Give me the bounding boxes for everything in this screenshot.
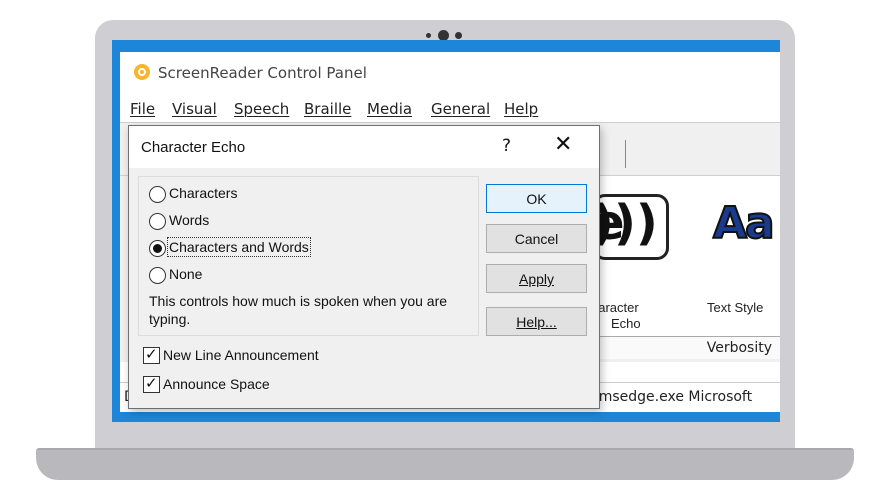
status-process: \msedge.exe Microsoft xyxy=(594,389,753,405)
menu-help[interactable]: Help xyxy=(504,100,538,118)
help-label: Help... xyxy=(516,314,557,330)
camera-dot xyxy=(426,33,431,38)
ok-button[interactable]: OK xyxy=(486,184,587,213)
radio-label: Characters and Words xyxy=(167,237,311,257)
cancel-button[interactable]: Cancel xyxy=(486,224,587,253)
laptop-base xyxy=(36,450,854,480)
apply-label: Apply xyxy=(518,271,555,287)
echo-options-group: Characters Words Characters and Words No… xyxy=(138,176,479,336)
radio-button-selected[interactable] xyxy=(149,240,166,257)
checkbox-label: Announce Space xyxy=(163,376,270,392)
radio-button[interactable] xyxy=(149,213,166,230)
app-titlebar: ScreenReader Control Panel xyxy=(120,52,780,86)
menu-braille[interactable]: Braille xyxy=(304,100,351,118)
checkbox[interactable] xyxy=(143,345,160,364)
checkbox-label: New Line Announcement xyxy=(163,347,319,363)
dialog-title: Character Echo xyxy=(141,139,246,156)
radio-button[interactable] xyxy=(149,186,166,203)
option-description: This controls how much is spoken when yo… xyxy=(149,293,448,327)
help-button[interactable]: Help... xyxy=(486,307,587,336)
character-echo-icon[interactable]: e ))) xyxy=(593,194,669,260)
checkbox[interactable] xyxy=(143,374,160,393)
verbosity-label[interactable]: Verbosity xyxy=(707,340,772,356)
dialog-titlebar: Character Echo ? ✕ xyxy=(129,126,599,168)
camera-dot xyxy=(455,32,462,39)
menu-speech[interactable]: Speech xyxy=(234,100,289,118)
app-logo-icon xyxy=(134,64,150,80)
radio-label: Characters xyxy=(169,185,238,201)
app-title: ScreenReader Control Panel xyxy=(158,64,367,82)
help-icon[interactable]: ? xyxy=(502,136,511,156)
apply-button[interactable]: Apply xyxy=(486,264,587,293)
menu-general[interactable]: General xyxy=(431,100,490,118)
radio-label: Words xyxy=(169,212,210,228)
menu-visual[interactable]: Visual xyxy=(172,100,217,118)
menu-bar: File Visual Speech Braille Media General… xyxy=(120,96,780,120)
tab-divider xyxy=(625,140,626,168)
text-style-label: Text Style xyxy=(707,300,764,315)
menu-file[interactable]: File xyxy=(130,100,155,118)
radio-label: None xyxy=(169,266,203,282)
text-style-icon[interactable]: Aa xyxy=(712,197,776,250)
character-echo-dialog: Character Echo ? ✕ Characters Words Char… xyxy=(128,125,600,409)
radio-button[interactable] xyxy=(149,267,166,284)
menu-media[interactable]: Media xyxy=(367,100,412,118)
close-icon[interactable]: ✕ xyxy=(554,132,572,157)
character-echo-label-2: Echo xyxy=(611,316,641,331)
sound-wave-icon: ))) xyxy=(593,195,658,251)
